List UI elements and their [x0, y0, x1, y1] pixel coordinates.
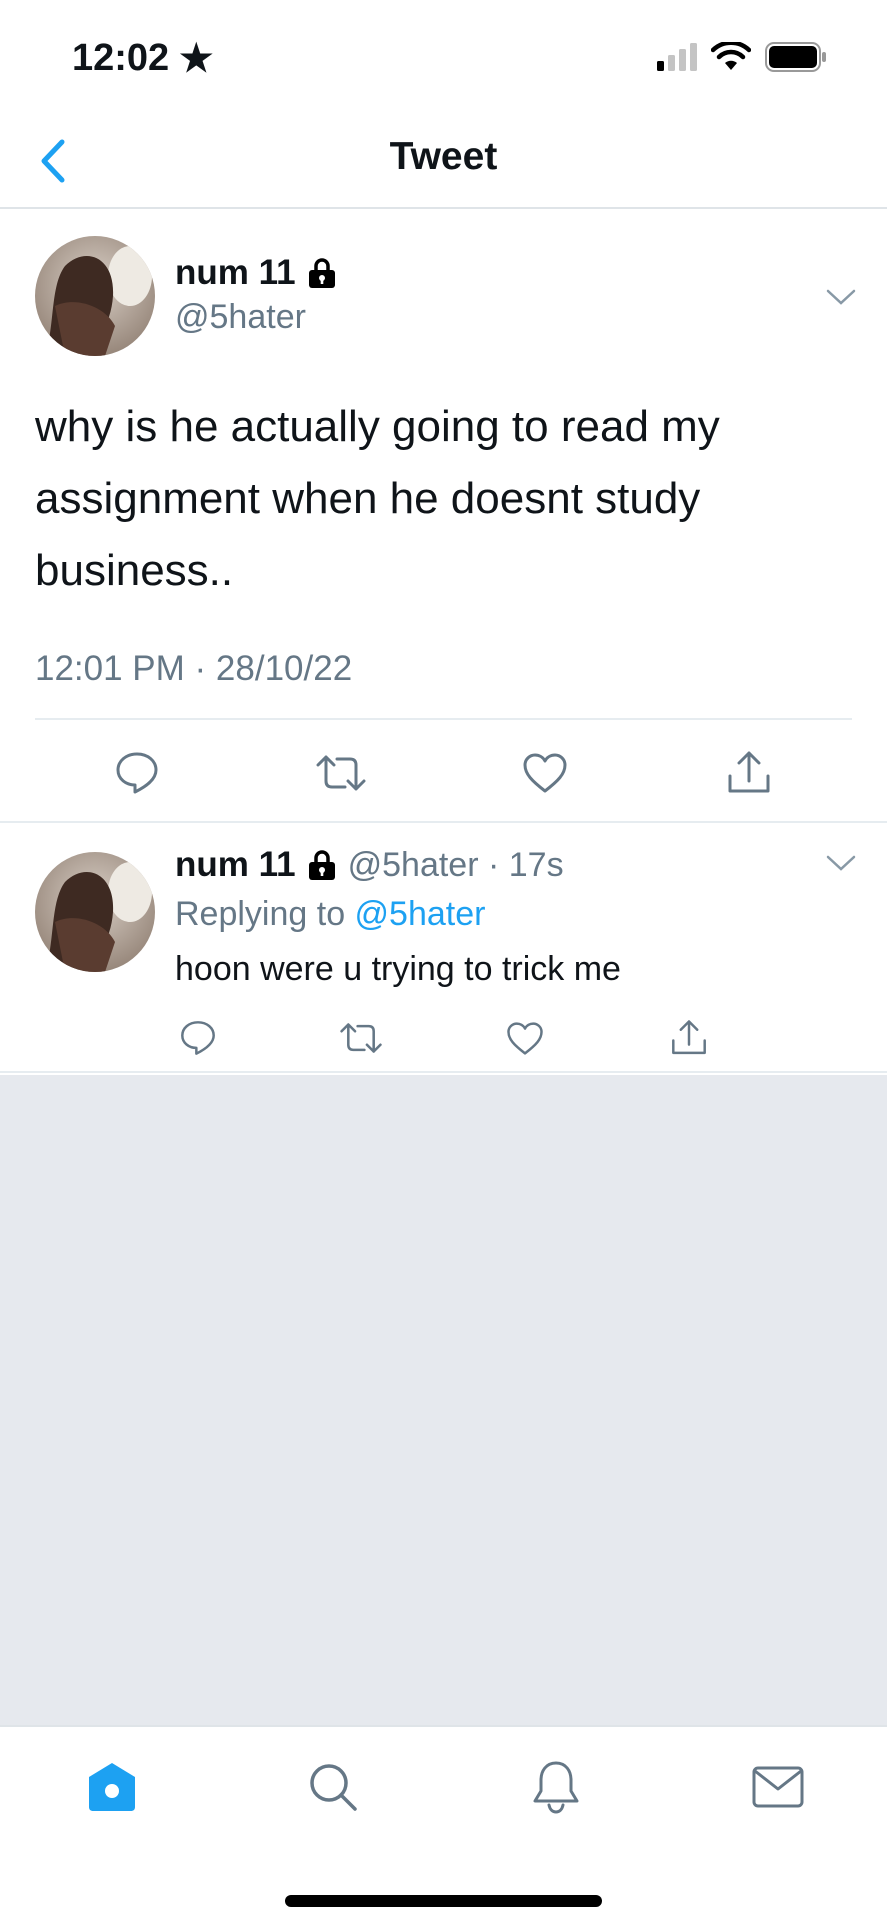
avatar[interactable] [35, 852, 155, 972]
heart-icon [523, 753, 567, 793]
reply-icon [116, 752, 158, 794]
navigation-bar: Tweet [0, 115, 887, 209]
chevron-down-icon[interactable] [825, 853, 857, 878]
status-bar: 12:02 ★ [0, 0, 887, 115]
tab-home[interactable] [76, 1751, 148, 1823]
retweet-icon [316, 755, 366, 791]
lock-icon [308, 258, 336, 288]
author-handle[interactable]: @5hater [175, 298, 306, 337]
display-name[interactable]: num 11 [175, 253, 296, 293]
share-button[interactable] [659, 1008, 719, 1068]
bell-icon [533, 1761, 579, 1814]
share-icon [672, 1020, 706, 1055]
reply-button[interactable] [107, 743, 167, 803]
retweet-button[interactable] [311, 743, 371, 803]
like-button[interactable] [495, 1008, 555, 1068]
tab-search[interactable] [297, 1751, 369, 1823]
tweet-text: why is he actually going to read my assi… [35, 402, 720, 595]
divider [35, 718, 852, 720]
clock-text: 12:02 [72, 37, 170, 79]
star-icon: ★ [179, 38, 214, 80]
mention-link[interactable]: @5hater [355, 895, 486, 933]
status-icons [657, 40, 827, 77]
author-name-row[interactable]: num 11 [175, 253, 336, 293]
tab-notifications[interactable] [520, 1751, 592, 1823]
tab-messages[interactable] [742, 1751, 814, 1823]
replying-to-line: Replying to @5hater [175, 895, 485, 934]
tab-bar [0, 1725, 887, 1920]
page-title: Tweet [389, 135, 498, 178]
home-indicator[interactable] [285, 1895, 602, 1907]
reply-icon [181, 1021, 215, 1055]
share-button[interactable] [719, 743, 779, 803]
reply-text: hoon were u trying to trick me [175, 950, 621, 988]
reply-actions [0, 1008, 887, 1068]
reply-tweet[interactable]: num 11 @5hater · 17s Replying to @5hater… [0, 823, 887, 1073]
battery-icon [765, 42, 827, 77]
cellular-signal-icon [657, 43, 697, 76]
retweet-icon [340, 1023, 382, 1053]
search-icon [310, 1764, 357, 1811]
handle-and-time[interactable]: @5hater · 17s [348, 846, 564, 885]
lock-icon [308, 850, 336, 880]
display-name[interactable]: num 11 [175, 845, 296, 885]
like-button[interactable] [515, 743, 575, 803]
empty-timeline-area [0, 1075, 887, 1725]
envelope-icon [752, 1766, 804, 1808]
reply-button[interactable] [168, 1008, 228, 1068]
status-time: 12:02 ★ [72, 36, 213, 81]
share-icon [728, 751, 770, 793]
tweet-timestamp: 12:01 PM · 28/10/22 [35, 649, 353, 688]
main-tweet[interactable]: num 11 @5hater why is he actually going … [0, 211, 887, 823]
tweet-actions [0, 743, 887, 813]
author-name-row[interactable]: num 11 @5hater · 17s [175, 845, 564, 885]
avatar[interactable] [35, 236, 155, 356]
heart-icon [507, 1021, 543, 1055]
wifi-icon [710, 40, 752, 77]
replying-prefix: Replying to [175, 895, 355, 933]
chevron-down-icon[interactable] [825, 287, 857, 312]
retweet-button[interactable] [331, 1008, 391, 1068]
home-icon [89, 1763, 135, 1811]
